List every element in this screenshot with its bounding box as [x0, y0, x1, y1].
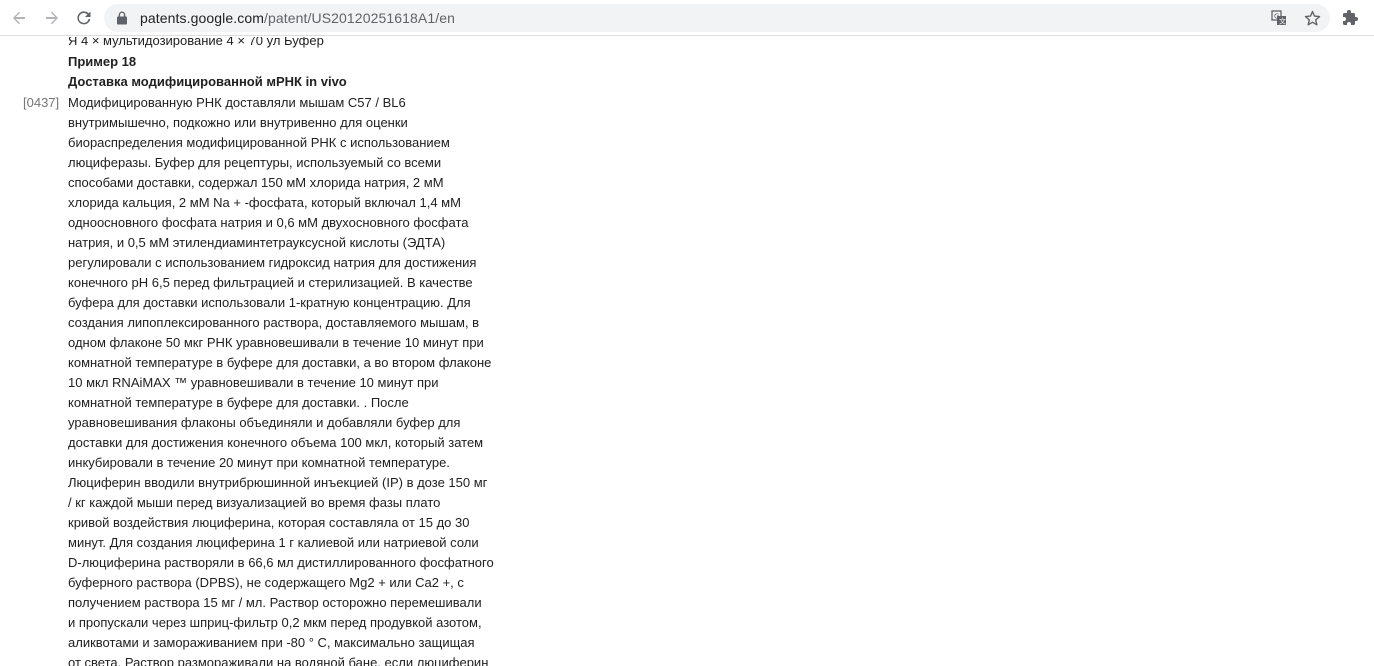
paragraph-number: [0437] [23, 95, 60, 110]
url-path: /patent/US20120251618A1/en [264, 10, 455, 26]
paragraph-line: внутримышечно, подкожно или внутривенно … [68, 115, 408, 130]
back-arrow-icon [10, 9, 28, 27]
paragraph-line: регулировали с использованием гидроксид … [68, 255, 477, 270]
example-heading: Пример 18 [68, 54, 137, 69]
address-bar[interactable]: patents.google.com/patent/US20120251618A… [104, 4, 1330, 32]
paragraph-line: получением раствора 15 мг / мл. Раствор … [68, 595, 482, 610]
paragraph-line: инкубировали в течение 20 минут при комн… [68, 455, 450, 470]
paragraph-line: одном флаконе 50 мкг РНК уравновешивали … [68, 335, 484, 350]
paragraph-line: натрия, и 0,5 мМ этилендиаминтетрауксусн… [68, 235, 446, 250]
back-button[interactable] [6, 5, 32, 31]
section-heading: Доставка модифицированной мРНК in vivo [68, 74, 347, 89]
paragraph-line: и пропускали через шприц-фильтр 0,2 мкм … [68, 615, 482, 630]
paragraph-line: буферного раствора (DPBS), не содержащег… [68, 575, 464, 590]
translate-icon[interactable]: G文 [1269, 8, 1289, 28]
paragraph-line: 10 мкл RNAiMAX ™ уравновешивали в течени… [68, 375, 439, 390]
patent-description: Я 4 × мультидозирование 4 × 70 ул Буфер … [0, 37, 1374, 666]
paragraph-line: буфера для доставки использовали 1-кратн… [68, 295, 471, 310]
paragraph-line: биораспределения модифицированной РНК с … [68, 135, 450, 150]
paragraph-text: Модифицированную РНК доставляли мышам C5… [68, 93, 494, 666]
paragraph-line: одноосновного фосфата натрия и 0,6 мМ дв… [68, 215, 469, 230]
paragraph-line: конечного pH 6,5 перед фильтрацией и сте… [68, 275, 473, 290]
paragraph-line: хлорида кальция, 2 мМ Na + -фосфата, кот… [68, 195, 461, 210]
cut-off-text-line: Я 4 × мультидозирование 4 × 70 ул Буфер [68, 37, 324, 48]
puzzle-icon[interactable] [1341, 8, 1361, 28]
paragraph-line: кривой воздействия люциферина, которая с… [68, 515, 470, 530]
star-icon[interactable] [1302, 8, 1322, 28]
reload-icon [75, 9, 93, 27]
paragraph-line: способами доставки, содержал 150 мМ хлор… [68, 175, 444, 190]
forward-arrow-icon [43, 9, 61, 27]
paragraph-line: / кг каждой мыши перед визуализацией во … [68, 495, 441, 510]
url-host: patents.google.com [140, 10, 264, 26]
paragraph-line: Модифицированную РНК доставляли мышам C5… [68, 95, 406, 110]
paragraph-line: от света. Раствор размораживали на водян… [68, 655, 489, 666]
paragraph-line: комнатной температуре в буфере для доста… [68, 355, 492, 370]
paragraph-line: минут. Для создания люциферина 1 г калие… [68, 535, 479, 550]
url-text: patents.google.com/patent/US20120251618A… [140, 10, 455, 26]
paragraph-line: создания липоплексированного раствора, д… [68, 315, 480, 330]
paragraph-line: Люциферин вводили внутрибрюшинной инъекц… [68, 475, 488, 490]
browser-toolbar: patents.google.com/patent/US20120251618A… [0, 0, 1374, 36]
paragraph-line: комнатной температуре в буфере для доста… [68, 395, 409, 410]
forward-button[interactable] [39, 5, 65, 31]
paragraph-line: люциферазы. Буфер для рецептуры, использ… [68, 155, 442, 170]
paragraph-line: аликвотами и замораживанием при -80 ° C,… [68, 635, 475, 650]
paragraph-line: D-люциферина растворяли в 66,6 мл дистил… [68, 555, 494, 570]
paragraph-line: уравновешивания флаконы объединяли и доб… [68, 415, 461, 430]
reload-button[interactable] [71, 5, 97, 31]
lock-icon [116, 11, 128, 30]
svg-text:文: 文 [1279, 17, 1286, 26]
paragraph-line: доставки для достижения конечного объема… [68, 435, 484, 450]
